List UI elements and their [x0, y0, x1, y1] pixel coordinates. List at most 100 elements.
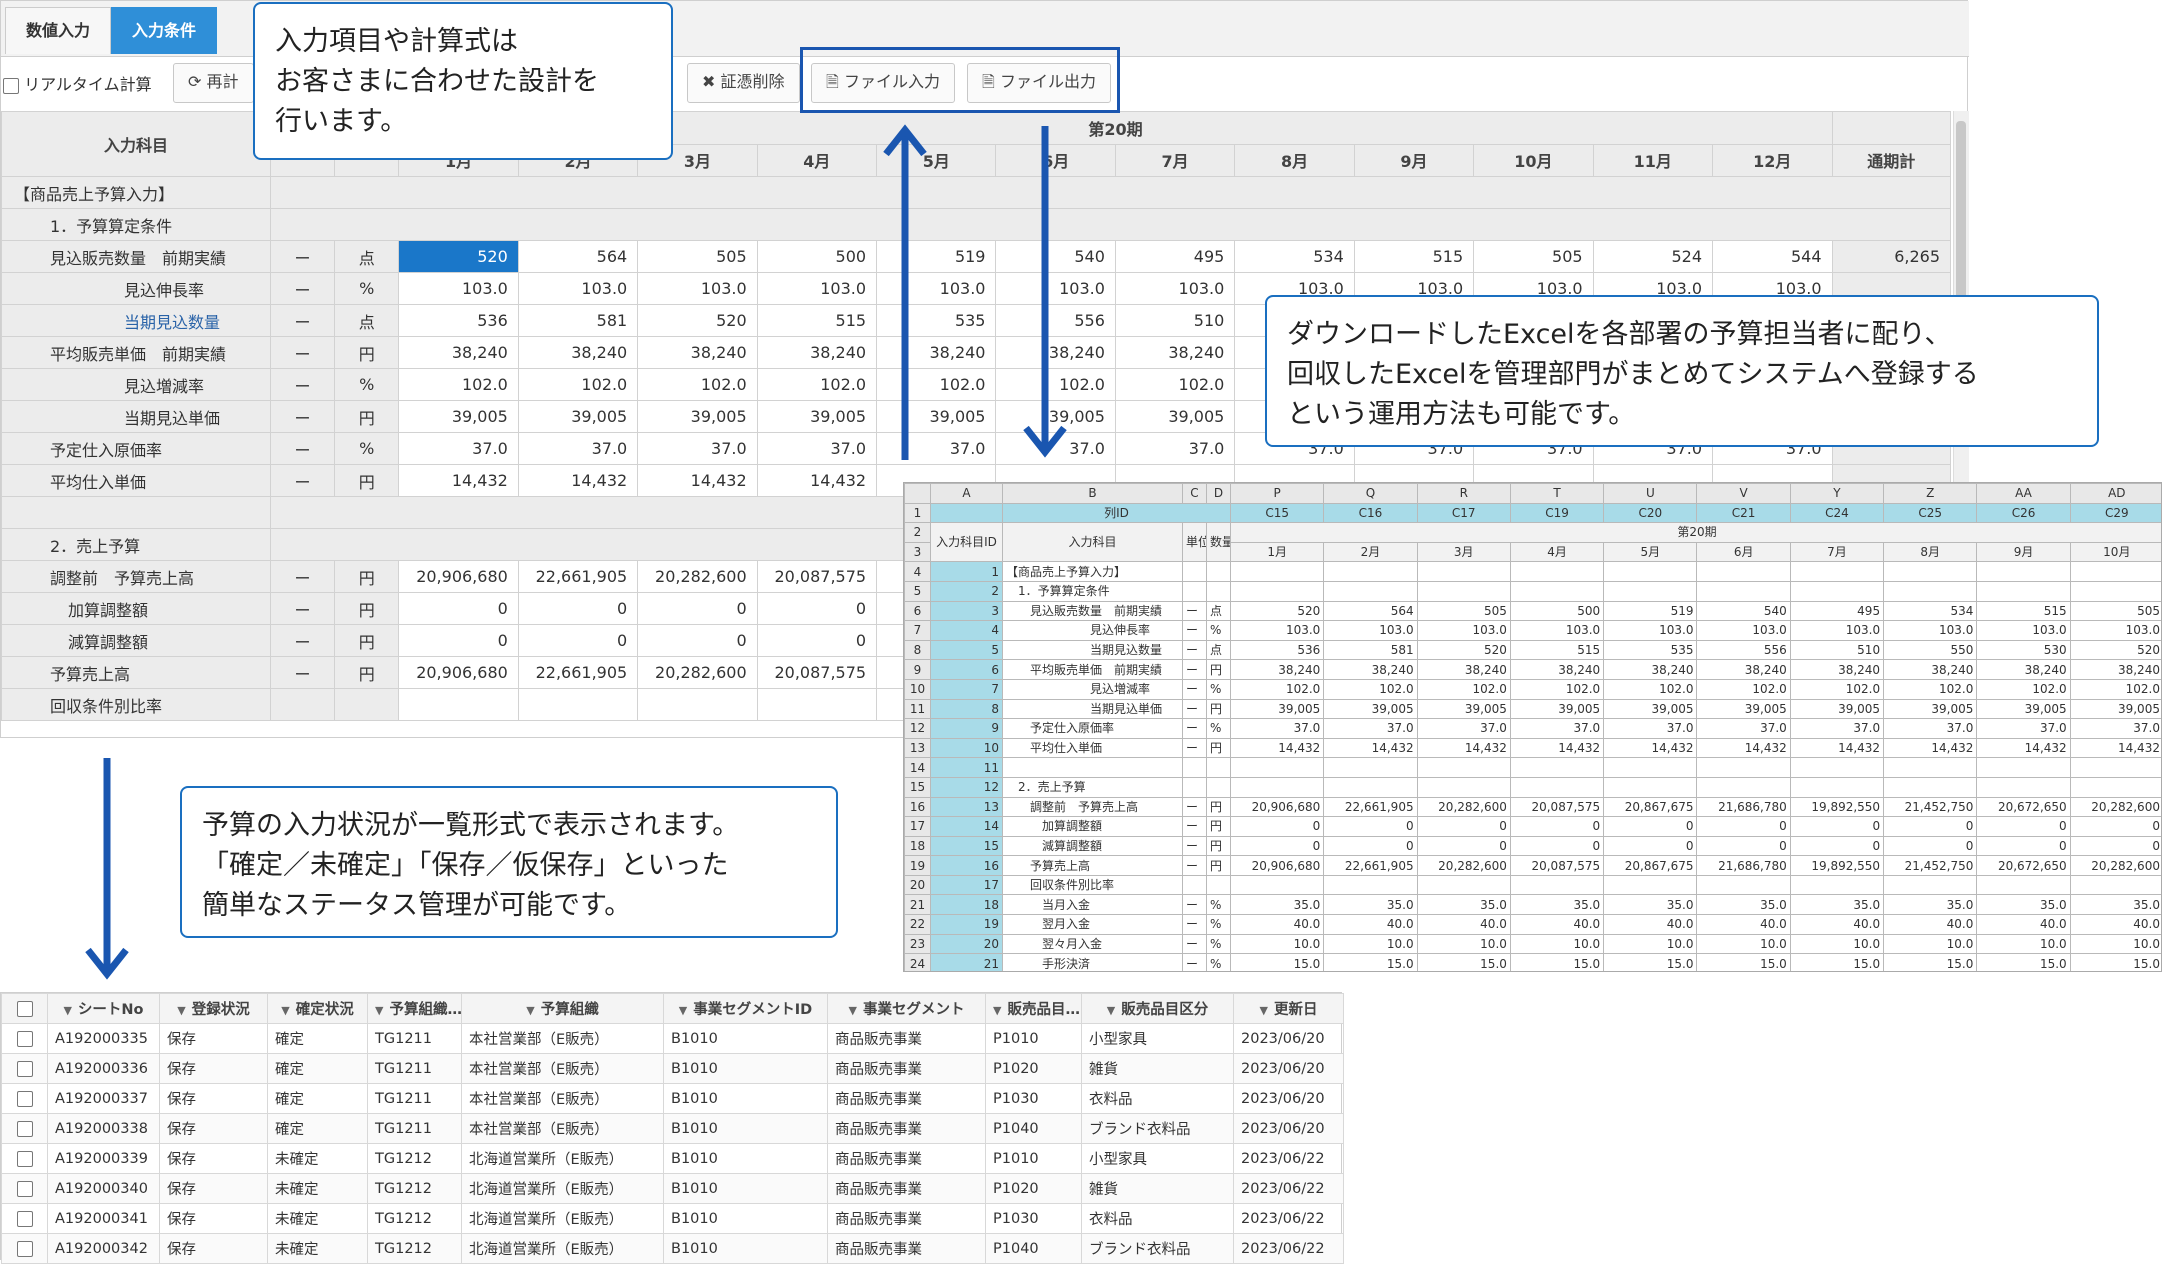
row-checkbox-cell[interactable] — [2, 1084, 48, 1114]
column-header[interactable]: ▼登録状況 — [160, 994, 268, 1024]
tab-numeric-input[interactable]: 数値入力 — [5, 7, 111, 54]
value-cell[interactable]: 0 — [757, 593, 876, 625]
value-cell[interactable]: 520 — [399, 241, 518, 273]
value-cell[interactable]: 37.0 — [1115, 433, 1234, 465]
value-cell[interactable]: 37.0 — [399, 433, 518, 465]
value-cell[interactable]: 37.0 — [518, 433, 637, 465]
value-cell[interactable] — [638, 689, 757, 721]
checkbox[interactable] — [17, 1121, 33, 1137]
table-row[interactable]: A192000341保存未確定TG1212北海道営業所（E販売）B1010商品販… — [2, 1204, 1344, 1234]
value-cell[interactable]: 102.0 — [518, 369, 637, 401]
column-header[interactable]: ▼予算組織… — [368, 994, 462, 1024]
value-cell[interactable]: 38,240 — [1115, 337, 1234, 369]
value-cell[interactable]: 536 — [399, 305, 518, 337]
column-header[interactable]: ▼更新日 — [1234, 994, 1344, 1024]
row-checkbox-cell[interactable] — [2, 1144, 48, 1174]
table-row[interactable]: A192000338保存確定TG1211本社営業部（E販売）B1010商品販売事… — [2, 1114, 1344, 1144]
checkbox[interactable] — [17, 1241, 33, 1257]
value-cell[interactable]: 534 — [1235, 241, 1354, 273]
filter-icon[interactable]: ▼ — [849, 1004, 857, 1017]
value-cell[interactable]: 37.0 — [638, 433, 757, 465]
value-cell[interactable]: 20,282,600 — [638, 657, 757, 689]
value-cell[interactable]: 38,240 — [399, 337, 518, 369]
value-cell[interactable]: 20,087,575 — [757, 561, 876, 593]
row-checkbox-cell[interactable] — [2, 1024, 48, 1054]
column-header[interactable]: ▼販売品目区分 — [1082, 994, 1234, 1024]
checkbox[interactable] — [17, 1061, 33, 1077]
table-row[interactable]: A192000335保存確定TG1211本社営業部（E販売）B1010商品販売事… — [2, 1024, 1344, 1054]
value-cell[interactable]: 103.0 — [518, 273, 637, 305]
value-cell[interactable]: 20,906,680 — [399, 561, 518, 593]
checkbox[interactable] — [17, 1031, 33, 1047]
value-cell[interactable]: 102.0 — [638, 369, 757, 401]
value-cell[interactable]: 544 — [1713, 241, 1833, 273]
value-cell[interactable]: 0 — [638, 593, 757, 625]
table-row[interactable]: A192000342保存未確定TG1212北海道営業所（E販売）B1010商品販… — [2, 1234, 1344, 1264]
value-cell[interactable]: 564 — [518, 241, 637, 273]
row-checkbox-cell[interactable] — [2, 1234, 48, 1264]
filter-icon[interactable]: ▼ — [375, 1004, 383, 1017]
column-header[interactable]: ▼事業セグメントID — [664, 994, 828, 1024]
value-cell[interactable]: 0 — [757, 625, 876, 657]
value-cell[interactable]: 39,005 — [638, 401, 757, 433]
checkbox[interactable] — [17, 1001, 33, 1017]
value-cell[interactable]: 14,432 — [638, 465, 757, 497]
delete-voucher-button[interactable]: ✖ 証憑削除 — [687, 63, 800, 103]
row-checkbox-cell[interactable] — [2, 1174, 48, 1204]
value-cell[interactable]: 103.0 — [399, 273, 518, 305]
value-cell[interactable]: 37.0 — [757, 433, 876, 465]
table-row[interactable]: A192000336保存確定TG1211本社営業部（E販売）B1010商品販売事… — [2, 1054, 1344, 1084]
value-cell[interactable]: 500 — [757, 241, 876, 273]
checkbox[interactable] — [17, 1181, 33, 1197]
filter-icon[interactable]: ▼ — [1107, 1004, 1115, 1017]
scrollbar-thumb[interactable] — [1956, 121, 1966, 321]
row-checkbox-cell[interactable] — [2, 1204, 48, 1234]
value-cell[interactable]: 39,005 — [757, 401, 876, 433]
value-cell[interactable]: 103.0 — [1115, 273, 1234, 305]
realtime-checkbox[interactable] — [3, 78, 19, 94]
column-header[interactable]: ▼シートNo — [48, 994, 160, 1024]
value-cell[interactable] — [518, 689, 637, 721]
value-cell[interactable]: 20,087,575 — [757, 657, 876, 689]
table-row[interactable]: A192000340保存未確定TG1212北海道営業所（E販売）B1010商品販… — [2, 1174, 1344, 1204]
value-cell[interactable]: 39,005 — [1115, 401, 1234, 433]
filter-icon[interactable]: ▼ — [526, 1004, 534, 1017]
value-cell[interactable]: 38,240 — [757, 337, 876, 369]
value-cell[interactable]: 581 — [518, 305, 637, 337]
select-all-checkbox[interactable] — [2, 994, 48, 1024]
value-cell[interactable] — [757, 689, 876, 721]
value-cell[interactable]: 102.0 — [399, 369, 518, 401]
value-cell[interactable]: 505 — [1474, 241, 1593, 273]
value-cell[interactable]: 14,432 — [399, 465, 518, 497]
checkbox[interactable] — [17, 1211, 33, 1227]
value-cell[interactable]: 505 — [638, 241, 757, 273]
filter-icon[interactable]: ▼ — [1260, 1004, 1268, 1017]
value-cell[interactable]: 39,005 — [399, 401, 518, 433]
value-cell[interactable]: 102.0 — [1115, 369, 1234, 401]
value-cell[interactable]: 515 — [1354, 241, 1473, 273]
column-header[interactable]: ▼確定状況 — [268, 994, 368, 1024]
value-cell[interactable]: 14,432 — [757, 465, 876, 497]
value-cell[interactable]: 0 — [399, 593, 518, 625]
checkbox[interactable] — [17, 1091, 33, 1107]
filter-icon[interactable]: ▼ — [679, 1004, 687, 1017]
value-cell[interactable]: 22,661,905 — [518, 561, 637, 593]
value-cell[interactable]: 0 — [518, 593, 637, 625]
value-cell[interactable]: 510 — [1115, 305, 1234, 337]
table-row[interactable]: A192000339保存未確定TG1212北海道営業所（E販売）B1010商品販… — [2, 1144, 1344, 1174]
value-cell[interactable]: 103.0 — [638, 273, 757, 305]
value-cell[interactable]: 524 — [1593, 241, 1712, 273]
filter-icon[interactable]: ▼ — [177, 1004, 185, 1017]
column-header[interactable]: ▼予算組織 — [462, 994, 664, 1024]
filter-icon[interactable]: ▼ — [993, 1004, 1001, 1017]
column-header[interactable]: ▼販売品目… — [986, 994, 1082, 1024]
value-cell[interactable] — [399, 689, 518, 721]
value-cell[interactable]: 22,661,905 — [518, 657, 637, 689]
value-cell[interactable]: 39,005 — [518, 401, 637, 433]
value-cell[interactable]: 14,432 — [518, 465, 637, 497]
value-cell[interactable]: 102.0 — [757, 369, 876, 401]
value-cell[interactable]: 20,906,680 — [399, 657, 518, 689]
value-cell[interactable]: 0 — [638, 625, 757, 657]
value-cell[interactable]: 0 — [399, 625, 518, 657]
value-cell[interactable]: 0 — [518, 625, 637, 657]
